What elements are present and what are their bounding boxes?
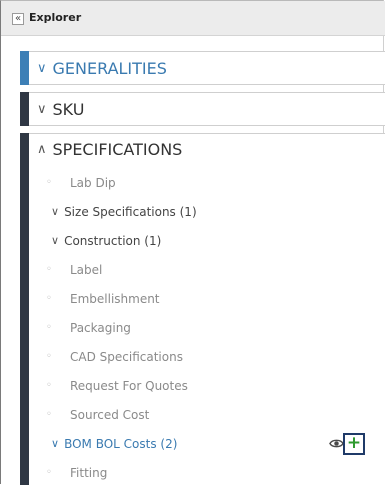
specifications-list: ◦ Lab Dip ∨ Size Specifications (1) ∨ Co… — [21, 168, 385, 487]
collapse-panel-button[interactable]: « — [12, 13, 24, 25]
spec-item-label: BOM BOL Costs (2) — [64, 436, 178, 451]
bullet-icon: ◦ — [46, 467, 52, 478]
panel-title: Explorer — [29, 11, 82, 24]
spec-item-request-for-quotes[interactable]: ◦ Request For Quotes — [21, 371, 385, 400]
section-accent-bar — [20, 92, 29, 126]
spec-item-label: Fitting — [70, 465, 108, 480]
spec-item-bom-bol-costs[interactable]: ∨ BOM BOL Costs (2) + — [21, 429, 385, 458]
section-sku[interactable]: ∨ SKU — [20, 92, 385, 126]
section-generalities[interactable]: ∨ GENERALITIES — [20, 51, 385, 85]
explorer-panel: « Explorer ∨ GENERALITIES ∨ SKU ∧ SPECIF… — [0, 0, 385, 485]
spec-item-packaging[interactable]: ◦ Packaging — [21, 313, 385, 342]
section-specifications-header[interactable]: ∧ SPECIFICATIONS — [21, 140, 182, 159]
chevron-down-icon[interactable]: ∨ — [51, 437, 59, 450]
spec-item-label: CAD Specifications — [70, 349, 183, 364]
bullet-icon: ◦ — [46, 264, 52, 275]
spec-item-label: Lab Dip — [70, 175, 116, 190]
chevron-down-icon[interactable]: ∨ — [51, 234, 59, 247]
bullet-icon: ◦ — [46, 177, 52, 188]
spec-item-construction[interactable]: ∨ Construction (1) — [21, 226, 385, 255]
spec-item-size-specifications[interactable]: ∨ Size Specifications (1) — [21, 197, 385, 226]
spec-item-label: Sourced Cost — [70, 407, 150, 422]
chevron-down-icon[interactable]: ∨ — [51, 205, 59, 218]
bullet-icon: ◦ — [46, 409, 52, 420]
spec-item-fitting[interactable]: ◦ Fitting — [21, 458, 385, 487]
section-specifications: ∧ SPECIFICATIONS ◦ Lab Dip ∨ Size Specif… — [20, 133, 385, 485]
explorer-titlebar: « Explorer — [1, 1, 385, 36]
spec-item-label: Size Specifications (1) — [64, 204, 197, 219]
eye-icon[interactable] — [329, 436, 344, 451]
spec-item-sourced-cost[interactable]: ◦ Sourced Cost — [21, 400, 385, 429]
spec-item-label: Request For Quotes — [70, 378, 188, 393]
spec-item-label: Embellishment — [70, 291, 160, 306]
section-label: SPECIFICATIONS — [52, 140, 183, 159]
spec-item-label: Label — [70, 262, 103, 277]
add-item-button[interactable]: + — [343, 433, 365, 455]
section-label: GENERALITIES — [52, 58, 167, 78]
bullet-icon: ◦ — [46, 380, 52, 391]
bullet-icon: ◦ — [46, 351, 52, 362]
bullet-icon: ◦ — [46, 322, 52, 333]
spec-item-lab-dip[interactable]: ◦ Lab Dip — [21, 168, 385, 197]
chevron-up-icon: ∧ — [37, 142, 47, 157]
bullet-icon: ◦ — [46, 293, 52, 304]
spec-item-label: Packaging — [70, 320, 131, 335]
spec-item-cad-specifications[interactable]: ◦ CAD Specifications — [21, 342, 385, 371]
spec-item-embellishment[interactable]: ◦ Embellishment — [21, 284, 385, 313]
section-accent-bar — [20, 51, 29, 85]
section-label: SKU — [52, 99, 85, 119]
chevron-down-icon: ∨ — [37, 60, 47, 76]
spec-item-label: Construction (1) — [64, 233, 162, 248]
spec-item-label-item[interactable]: ◦ Label — [21, 255, 385, 284]
chevron-down-icon: ∨ — [37, 101, 47, 117]
